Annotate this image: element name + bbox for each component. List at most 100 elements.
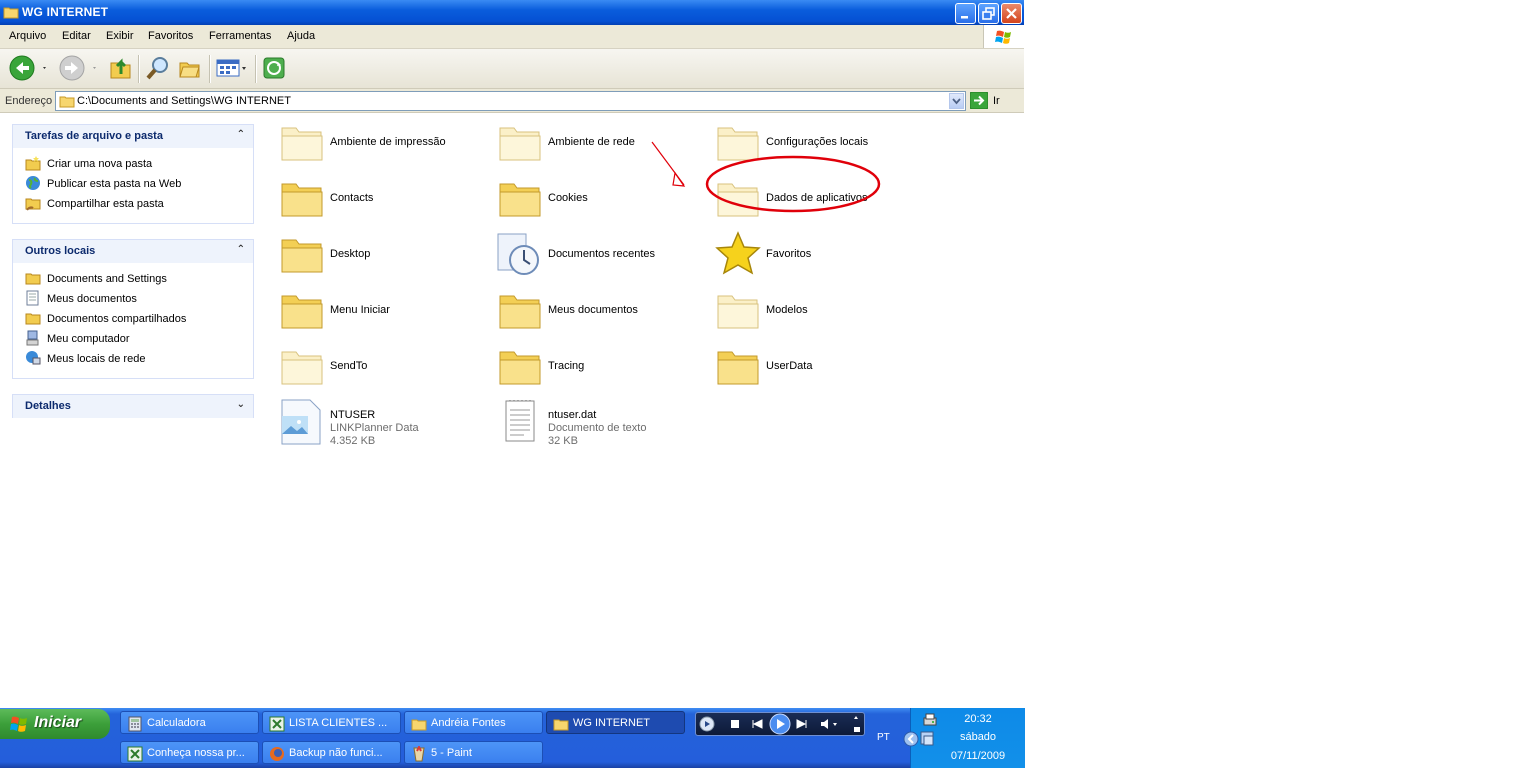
- folder-icon: [59, 96, 75, 108]
- task-publish-web[interactable]: Publicar esta pasta na Web: [13, 175, 253, 195]
- folder-pale-icon: [499, 127, 541, 161]
- language-indicator[interactable]: PT: [877, 732, 890, 743]
- globe-icon: [25, 175, 41, 194]
- other-places-header[interactable]: Outros locais ⌃: [13, 239, 253, 263]
- taskbar-item-calculadora[interactable]: Calculadora: [120, 711, 259, 734]
- toolbar-separator: [138, 55, 140, 83]
- clock-date: 07/11/2009: [950, 750, 1006, 762]
- taskbar-item-backup[interactable]: Backup não funci...: [262, 741, 401, 764]
- taskbar-item-wg-internet[interactable]: WG INTERNET: [546, 711, 685, 734]
- details-header[interactable]: Detalhes ⌄: [13, 394, 253, 418]
- title-bar[interactable]: WG INTERNET: [0, 0, 1024, 25]
- toolbar: [0, 49, 1024, 89]
- recent-documents-icon: [497, 233, 539, 275]
- media-player-toolbar[interactable]: [695, 712, 865, 736]
- system-tray: 20:32 sábado 07/11/2009: [903, 708, 1025, 768]
- folder-item[interactable]: Tracing: [496, 342, 706, 390]
- menu-arquivo[interactable]: Arquivo: [9, 30, 46, 42]
- file-tasks-header[interactable]: Tarefas de arquivo e pasta ⌃: [13, 124, 253, 148]
- folder-icon: [281, 295, 323, 329]
- folder-icon: [3, 5, 19, 22]
- folder-item[interactable]: UserData: [714, 342, 924, 390]
- taskbar: Iniciar Calculadora LISTA CLIENTES ... A…: [0, 708, 1025, 768]
- file-item[interactable]: NTUSER LINKPlanner Data 4.352 KB: [278, 398, 488, 447]
- menu-editar[interactable]: Editar: [62, 30, 91, 42]
- folder-item[interactable]: Menu Iniciar: [278, 286, 488, 334]
- network-icon: [25, 350, 41, 369]
- collapse-icon[interactable]: ⌃: [237, 129, 245, 140]
- arrow-head: [672, 171, 686, 187]
- address-path: C:\Documents and Settings\WG INTERNET: [77, 95, 291, 107]
- place-my-documents[interactable]: Meus documentos: [13, 290, 253, 310]
- other-places-panel: Outros locais ⌃ Documents and Settings M…: [12, 239, 254, 379]
- task-share-folder[interactable]: Compartilhar esta pasta: [13, 195, 253, 215]
- taskbar-item-lista-clientes[interactable]: LISTA CLIENTES ...: [262, 711, 401, 734]
- menu-favoritos[interactable]: Favoritos: [148, 30, 193, 42]
- file-item[interactable]: ntuser.dat Documento de texto 32 KB: [496, 398, 706, 447]
- file-tasks-panel: Tarefas de arquivo e pasta ⌃ Criar uma n…: [12, 124, 254, 224]
- folder-item[interactable]: Contacts: [278, 174, 488, 222]
- taskbar-item-andreia-fontes[interactable]: Andréia Fontes: [404, 711, 543, 734]
- expand-icon[interactable]: ⌄: [237, 399, 245, 410]
- clock-time: 20:32: [964, 713, 992, 725]
- close-button[interactable]: [1001, 3, 1022, 24]
- folder-item[interactable]: SendTo: [278, 342, 488, 390]
- go-arrow-icon[interactable]: [969, 91, 989, 112]
- place-documents-and-settings[interactable]: Documents and Settings: [13, 270, 253, 290]
- folder-icon: [499, 183, 541, 217]
- search-icon[interactable]: [145, 54, 171, 85]
- menu-ferramentas[interactable]: Ferramentas: [209, 30, 271, 42]
- address-dropdown-button[interactable]: [949, 93, 964, 109]
- red-highlight-annotation: [651, 141, 881, 213]
- content-area: Tarefas de arquivo e pasta ⌃ Criar uma n…: [0, 113, 1024, 708]
- minimize-button[interactable]: [955, 3, 976, 24]
- back-button[interactable]: [8, 54, 50, 85]
- panel-title: Outros locais: [25, 245, 96, 257]
- menu-exibir[interactable]: Exibir: [106, 30, 134, 42]
- address-input[interactable]: C:\Documents and Settings\WG INTERNET: [55, 91, 966, 111]
- views-icon[interactable]: [215, 54, 249, 85]
- text-file-icon: [505, 400, 535, 442]
- place-my-computer[interactable]: Meu computador: [13, 330, 253, 350]
- folder-item[interactable]: Documentos recentes: [496, 230, 706, 278]
- folder-icon: [25, 310, 41, 329]
- taskbar-item-conheca[interactable]: Conheça nossa pr...: [120, 741, 259, 764]
- folder-pale-icon: [281, 351, 323, 385]
- task-new-folder[interactable]: Criar uma nova pasta: [13, 155, 253, 175]
- start-button[interactable]: Iniciar: [0, 709, 110, 739]
- folder-item[interactable]: Modelos: [714, 286, 924, 334]
- folder-icon: [499, 295, 541, 329]
- firefox-icon: [269, 746, 285, 765]
- place-network[interactable]: Meus locais de rede: [13, 350, 253, 370]
- folder-icon: [281, 239, 323, 273]
- share-folder-icon: [25, 195, 41, 214]
- new-folder-icon: [25, 155, 41, 174]
- place-shared-documents[interactable]: Documentos compartilhados: [13, 310, 253, 330]
- up-folder-icon[interactable]: [108, 54, 134, 85]
- folder-icon: [411, 716, 427, 735]
- panel-title: Detalhes: [25, 400, 71, 412]
- go-button[interactable]: Ir: [993, 95, 1000, 107]
- paint-icon: [411, 744, 427, 765]
- folder-item[interactable]: Ambiente de impressão: [278, 118, 488, 166]
- clock-day: sábado: [959, 731, 997, 743]
- toolbar-separator: [209, 55, 211, 83]
- folders-icon[interactable]: [177, 54, 203, 85]
- folder-item[interactable]: Desktop: [278, 230, 488, 278]
- sync-icon[interactable]: [261, 54, 287, 85]
- folder-item[interactable]: Favoritos: [714, 230, 924, 278]
- windows-flag-icon: [10, 716, 27, 732]
- taskbar-item-paint[interactable]: 5 - Paint: [404, 741, 543, 764]
- menu-bar: Arquivo Editar Exibir Favoritos Ferramen…: [0, 25, 1024, 49]
- desktop-screen: WG INTERNET Arquivo Editar Exibir Favori…: [0, 0, 1025, 768]
- window-title: WG INTERNET: [22, 5, 109, 19]
- collapse-icon[interactable]: ⌃: [237, 244, 245, 255]
- panel-title: Tarefas de arquivo e pasta: [25, 130, 163, 142]
- menu-ajuda[interactable]: Ajuda: [287, 30, 315, 42]
- windows-logo: [983, 25, 1024, 48]
- forward-button[interactable]: [58, 54, 100, 85]
- restore-button[interactable]: [978, 3, 999, 24]
- folder-item[interactable]: Meus documentos: [496, 286, 706, 334]
- address-label: Endereço: [5, 95, 53, 107]
- documents-icon: [25, 290, 41, 309]
